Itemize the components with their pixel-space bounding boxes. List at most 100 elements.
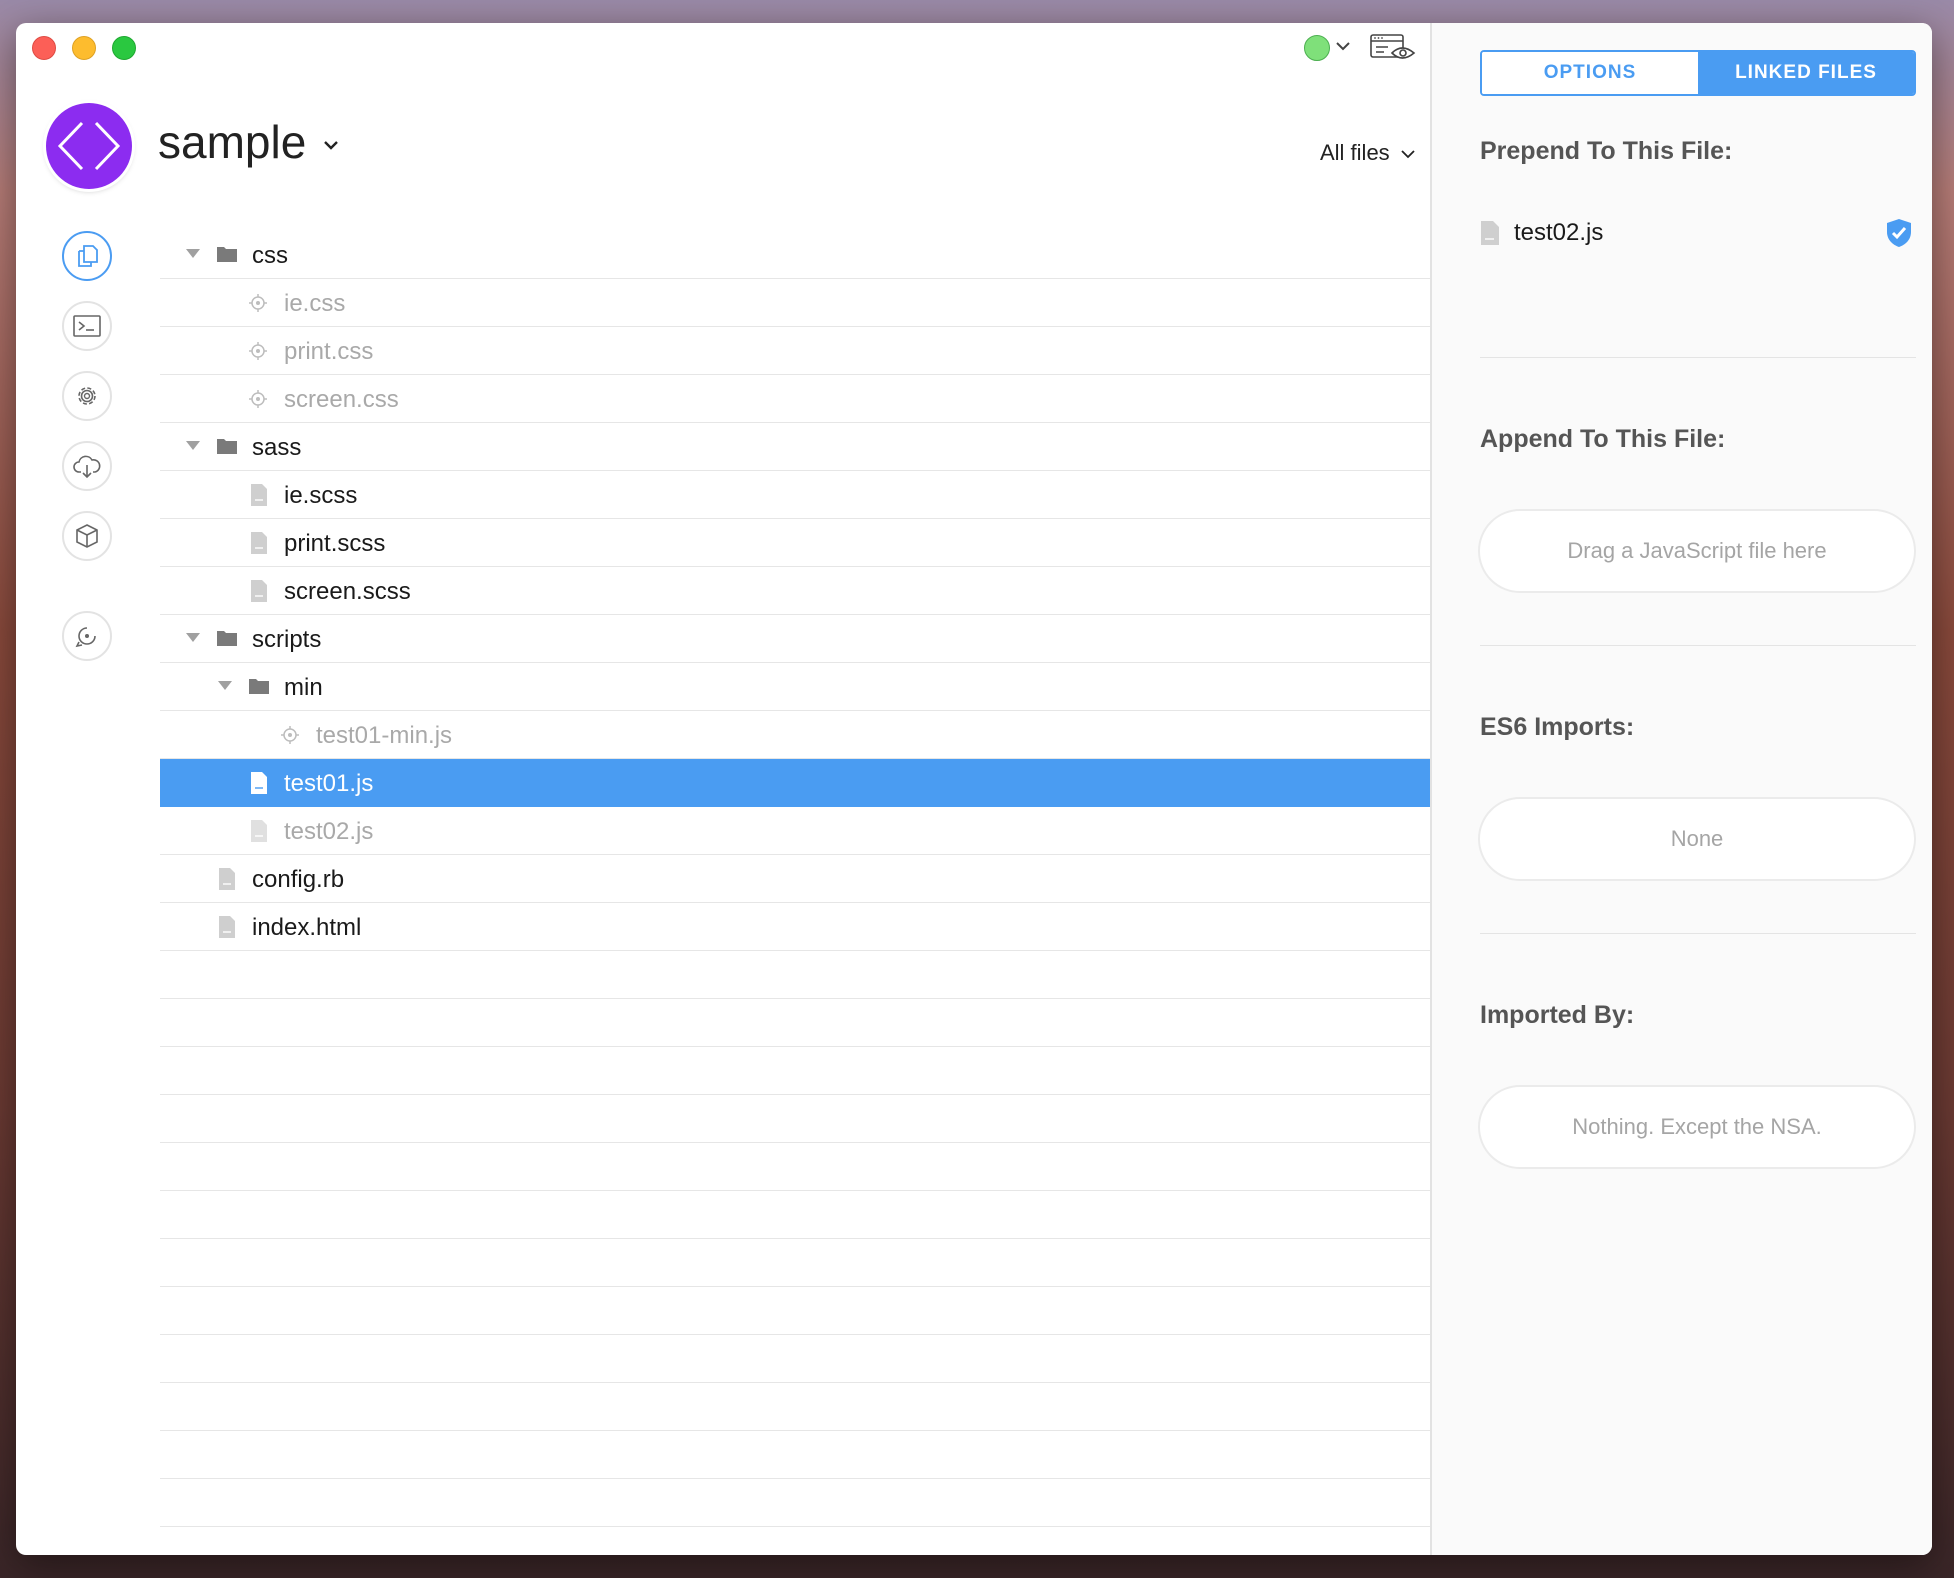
prepend-file-name: test02.js: [1514, 219, 1604, 246]
sidebar-item-packages[interactable]: [62, 511, 112, 561]
append-section-title: Append To This File:: [1480, 425, 1726, 453]
minimize-window-button[interactable]: [72, 36, 96, 60]
refresh-icon: [75, 627, 96, 648]
preview-eye-icon[interactable]: [1370, 33, 1416, 63]
tree-row-screen-scss[interactable]: screen.scss: [160, 567, 1430, 615]
tree-row-print-css[interactable]: print.css: [160, 327, 1430, 375]
empty-row: [160, 1143, 1430, 1191]
tree-row-label: test01-min.js: [316, 722, 453, 749]
tree-row-screen-css[interactable]: screen.css: [160, 375, 1430, 423]
file-icon: [219, 868, 235, 890]
disclosure-triangle-icon[interactable]: [186, 441, 200, 451]
tree-row-index-html[interactable]: index.html: [160, 903, 1430, 951]
sidebar-item-sync[interactable]: [62, 441, 112, 491]
compiled-target-icon: [249, 294, 267, 312]
tree-row-css[interactable]: css: [160, 231, 1430, 279]
tree-row-test01-js[interactable]: test01.js: [160, 759, 1430, 807]
disclosure-triangle-icon[interactable]: [186, 249, 200, 259]
disclosure-triangle-icon[interactable]: [218, 681, 232, 691]
prepend-section-title: Prepend To This File:: [1480, 137, 1733, 165]
sidebar-item-files[interactable]: [62, 231, 112, 281]
close-window-button[interactable]: [32, 36, 56, 60]
compiled-target-icon: [281, 726, 299, 744]
terminal-icon: [73, 315, 101, 337]
compiled-target-icon: [249, 342, 267, 360]
file-tree[interactable]: css ie.css print.css screen.css sass ie.…: [160, 231, 1430, 1527]
file-filter-dropdown[interactable]: All files: [1320, 140, 1390, 166]
project-title[interactable]: sample: [158, 115, 306, 169]
tree-row-print-scss[interactable]: print.scss: [160, 519, 1430, 567]
compiled-target-icon: [249, 390, 267, 408]
tree-row-label: print.scss: [284, 530, 386, 557]
server-status-icon[interactable]: [1304, 35, 1330, 61]
tree-row-label: test01.js: [284, 770, 374, 797]
es6-imports-box: None: [1478, 797, 1916, 881]
filter-chevron-down-icon[interactable]: [1400, 147, 1416, 161]
empty-row: [160, 1383, 1430, 1431]
tree-row-label: min: [284, 674, 323, 701]
imported-by-box: Nothing. Except the NSA.: [1478, 1085, 1916, 1169]
tab-options[interactable]: OPTIONS: [1482, 52, 1698, 94]
empty-row: [160, 1479, 1430, 1527]
folder-icon: [249, 679, 269, 694]
project-chevron-down-icon[interactable]: [322, 137, 340, 153]
file-icon: [251, 580, 267, 602]
file-icon: [251, 820, 267, 842]
zoom-window-button[interactable]: [112, 36, 136, 60]
tree-row-label: screen.css: [284, 386, 399, 413]
inspector-tabs: OPTIONS LINKED FILES: [1480, 50, 1916, 96]
empty-row: [160, 1287, 1430, 1335]
empty-row: [160, 1431, 1430, 1479]
cloud-download-icon: [73, 455, 101, 479]
tab-linked-files[interactable]: LINKED FILES: [1698, 52, 1914, 94]
app-window: sample All files css ie.css print.css sc…: [16, 23, 1932, 1555]
tree-row-sass[interactable]: sass: [160, 423, 1430, 471]
files-icon: [78, 245, 98, 267]
file-icon: [251, 532, 267, 554]
tree-row-ie-scss[interactable]: ie.scss: [160, 471, 1430, 519]
file-icon: [1481, 221, 1499, 245]
folder-icon: [217, 439, 237, 454]
tree-row-label: css: [252, 242, 288, 269]
empty-row: [160, 1191, 1430, 1239]
tree-row-min[interactable]: min: [160, 663, 1430, 711]
tree-row-test01-min-js[interactable]: test01-min.js: [160, 711, 1430, 759]
tree-row-label: config.rb: [252, 866, 345, 893]
sidebar-item-settings[interactable]: [62, 371, 112, 421]
tree-row-label: sass: [252, 434, 302, 461]
disclosure-triangle-icon[interactable]: [186, 633, 200, 643]
folder-icon: [217, 247, 237, 262]
file-icon: [251, 772, 267, 794]
tree-row-test02-js[interactable]: test02.js: [160, 807, 1430, 855]
cube-icon: [76, 524, 98, 548]
empty-row: [160, 999, 1430, 1047]
tree-row-label: ie.scss: [284, 482, 358, 509]
sidebar-item-log[interactable]: [62, 301, 112, 351]
tree-row-label: index.html: [252, 914, 362, 941]
code-brackets-icon: [57, 121, 121, 171]
shield-check-icon[interactable]: [1884, 217, 1914, 249]
sidebar-item-refresh[interactable]: [62, 611, 112, 661]
tree-row-label: test02.js: [284, 818, 374, 845]
file-icon: [251, 484, 267, 506]
empty-row: [160, 1095, 1430, 1143]
append-drop-zone[interactable]: Drag a JavaScript file here: [1478, 509, 1916, 593]
empty-row: [160, 1335, 1430, 1383]
gear-icon: [78, 387, 96, 405]
tree-row-ie-css[interactable]: ie.css: [160, 279, 1430, 327]
es6-imports-title: ES6 Imports:: [1480, 713, 1635, 741]
section-divider: [1480, 933, 1916, 934]
status-chevron-down-icon[interactable]: [1334, 35, 1352, 55]
imported-by-title: Imported By:: [1480, 1001, 1635, 1029]
project-logo[interactable]: [46, 103, 132, 189]
tree-row-label: scripts: [252, 626, 322, 653]
empty-row: [160, 1047, 1430, 1095]
empty-row: [160, 951, 1430, 999]
folder-icon: [217, 631, 237, 646]
prepend-linked-file[interactable]: test02.js: [1480, 215, 1916, 251]
tree-row-scripts[interactable]: scripts: [160, 615, 1430, 663]
tree-row-label: ie.css: [284, 290, 346, 317]
inspector-panel: OPTIONS LINKED FILES Prepend To This Fil…: [1432, 23, 1932, 1555]
tree-row-config-rb[interactable]: config.rb: [160, 855, 1430, 903]
file-icon: [219, 916, 235, 938]
